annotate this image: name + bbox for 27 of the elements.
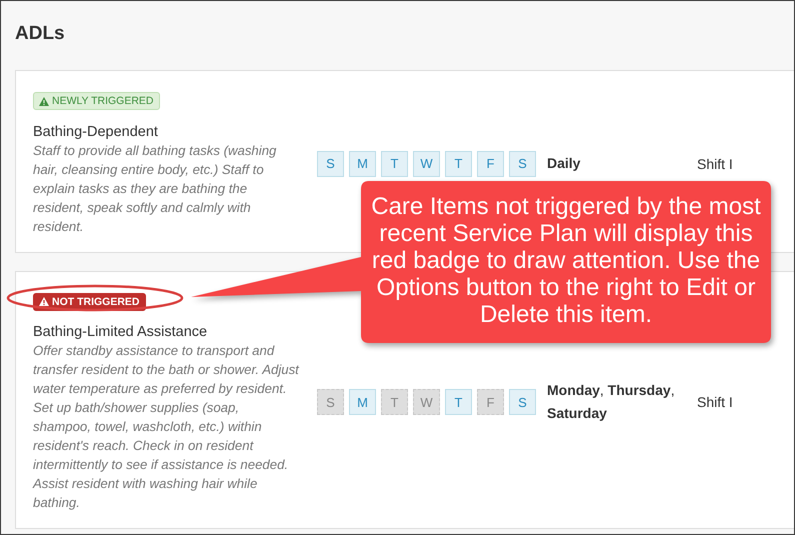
weekday-toggle[interactable]: T: [445, 150, 472, 177]
callout-text: Care Items not triggered by the most recent Service Plan will display this red badge to draw attention. Use the Options button to the right to Edit or Delete this item.: [370, 193, 762, 328]
status-badge: NEWLY TRIGGERED: [33, 92, 160, 110]
warning-icon: [39, 297, 49, 306]
weekday-toggle[interactable]: M: [349, 150, 376, 177]
weekday-toggle[interactable]: T: [381, 389, 408, 416]
weekday-toggle[interactable]: M: [349, 389, 376, 416]
section-title: ADLs: [14, 22, 66, 46]
shift-text: Shift I: [697, 156, 733, 172]
care-item-description: Staff to provide all bathing tasks (washing hair, cleansing entire body, etc.) Staff to explain tasks as they are bathing the resident, speak softly and calmly with resident.: [33, 142, 278, 236]
weekday-toggle[interactable]: W: [413, 150, 440, 177]
frequency-text: Daily: [547, 154, 582, 174]
weekday-toggle[interactable]: S: [509, 150, 536, 177]
frequency-text: Monday, Thursday, Saturday: [547, 381, 676, 424]
care-item-name: Bathing-Dependent: [33, 124, 159, 140]
care-item-description: Offer standby assistance to transport and transfer resident to the bath or shower. Adjust water temperature as preferred by resident. Set up bath/shower supplies (soap, shampoo, towel, washcloth, etc.) within resident's reach. Check in on resident intermittently to see if assistance is needed. Assist resident with washing hair while bathing.: [33, 342, 300, 512]
weekday-toggle[interactable]: T: [445, 389, 472, 416]
warning-icon: [39, 96, 49, 106]
care-item-name: Bathing-Limited Assistance: [33, 324, 208, 340]
weekday-toggle[interactable]: W: [413, 389, 440, 416]
weekday-toggle[interactable]: F: [477, 150, 504, 177]
weekday-toggle[interactable]: F: [477, 389, 504, 416]
weekday-toggle[interactable]: S: [317, 150, 344, 177]
weekday-toggle[interactable]: T: [381, 150, 408, 177]
weekday-toggle[interactable]: S: [509, 389, 536, 416]
weekday-toggle[interactable]: S: [317, 389, 344, 416]
shift-text: Shift I: [697, 394, 733, 410]
